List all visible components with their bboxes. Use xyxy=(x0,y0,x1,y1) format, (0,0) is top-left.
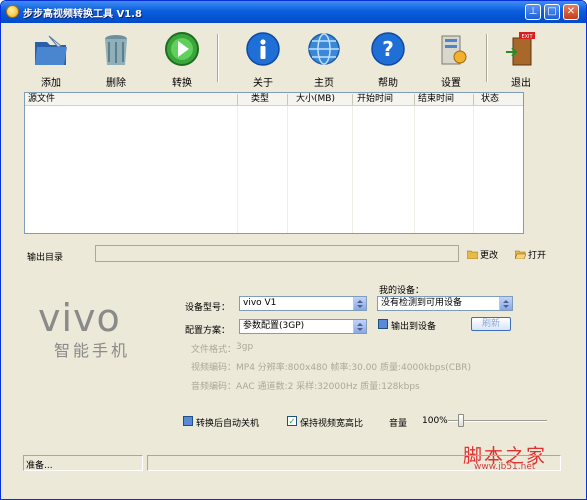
column-divider xyxy=(473,94,474,105)
status-panel-progress xyxy=(147,455,561,471)
file-list[interactable]: 源文件 类型 大小(MB) 开始时间 结束时间 状态 xyxy=(24,92,524,234)
settings-label: 设置 xyxy=(441,78,461,89)
column-line xyxy=(287,106,288,233)
folder-add-icon xyxy=(31,30,71,70)
column-line xyxy=(237,106,238,233)
delete-button[interactable]: 删除 xyxy=(88,30,144,89)
column-type[interactable]: 类型 xyxy=(248,93,269,106)
home-label: 主页 xyxy=(314,78,334,89)
shutdown-checkbox[interactable] xyxy=(183,416,193,426)
about-button[interactable]: 关于 xyxy=(235,30,291,89)
format-value: 3gp xyxy=(236,342,254,352)
change-dir-label: 更改 xyxy=(480,251,499,261)
status-panel-text: 准备... xyxy=(23,455,143,471)
play-icon xyxy=(162,30,202,70)
my-device-label: 我的设备： xyxy=(379,286,425,296)
logo-brand: vivo xyxy=(38,298,121,340)
svg-text:EXIT: EXIT xyxy=(521,34,533,40)
column-end-time[interactable]: 结束时间 xyxy=(415,93,454,106)
keep-ratio-label: 保持视频宽高比 xyxy=(300,419,364,429)
home-button[interactable]: 主页 xyxy=(296,30,352,89)
open-dir-label: 打开 xyxy=(528,251,547,261)
shutdown-label: 转换后自动关机 xyxy=(196,419,260,429)
config-label: 配置方案： xyxy=(185,326,231,336)
toolbar: 添加 删除 转换 关于 主页 ? 帮助 设置 EXIT 退出 xyxy=(3,24,585,90)
model-value: vivo V1 xyxy=(243,298,277,308)
open-dir-button[interactable]: 打开 xyxy=(514,248,547,261)
volume-value: 100% xyxy=(422,416,448,426)
column-source-file[interactable]: 源文件 xyxy=(25,93,55,106)
title-bar[interactable]: 步步高视频转换工具 V1.8 ⊥ □ ✕ xyxy=(1,1,586,23)
config-select[interactable]: 参数配置(3GP) xyxy=(239,319,367,334)
window-title: 步步高视频转换工具 V1.8 xyxy=(23,9,142,20)
video-codec-value: MP4 分辨率:800x480 帧率:30.00 质量:4000kbps(CBR… xyxy=(236,363,472,373)
help-label: 帮助 xyxy=(378,78,398,89)
logo-tagline: 智能手机 xyxy=(54,341,130,360)
audio-codec-label: 音频编码： xyxy=(191,382,237,392)
column-start-time[interactable]: 开始时间 xyxy=(354,93,393,106)
change-dir-button[interactable]: 更改 xyxy=(466,248,499,261)
column-line xyxy=(414,106,415,233)
help-button[interactable]: ? 帮助 xyxy=(360,30,416,89)
model-label: 设备型号： xyxy=(185,303,231,313)
convert-button[interactable]: 转换 xyxy=(154,30,210,89)
folder-icon xyxy=(466,250,479,260)
dropdown-arrow-icon[interactable] xyxy=(353,320,366,333)
vivo-logo: vivo 智能手机 xyxy=(38,296,156,368)
trash-icon xyxy=(96,30,136,70)
minimize-button[interactable]: ⊥ xyxy=(525,4,541,20)
toolbar-separator xyxy=(486,34,488,82)
settings-icon xyxy=(431,30,471,70)
column-line xyxy=(352,106,353,233)
add-label: 添加 xyxy=(41,78,61,89)
column-status[interactable]: 状态 xyxy=(478,93,499,106)
status-text: 准备... xyxy=(26,461,53,471)
convert-label: 转换 xyxy=(172,78,192,89)
file-list-header: 源文件 类型 大小(MB) 开始时间 结束时间 状态 xyxy=(25,93,523,106)
svg-text:?: ? xyxy=(382,37,394,61)
globe-icon xyxy=(304,30,344,70)
settings-button[interactable]: 设置 xyxy=(423,30,479,89)
status-bar: 准备... xyxy=(3,453,585,471)
volume-slider-thumb[interactable] xyxy=(457,414,464,427)
exit-door-icon: EXIT xyxy=(501,30,541,70)
column-divider xyxy=(237,94,238,105)
main-window: 步步高视频转换工具 V1.8 ⊥ □ ✕ 添加 删除 转换 关于 主页 ? 帮助… xyxy=(0,0,587,500)
model-select[interactable]: vivo V1 xyxy=(239,296,367,311)
my-device-value: 没有检测到可用设备 xyxy=(381,298,463,308)
exit-label: 退出 xyxy=(511,78,531,89)
format-label: 文件格式： xyxy=(191,345,237,355)
dropdown-arrow-icon[interactable] xyxy=(353,297,366,310)
delete-label: 删除 xyxy=(106,78,126,89)
help-icon: ? xyxy=(368,30,408,70)
folder-open-icon xyxy=(514,250,527,260)
toolbar-separator xyxy=(217,34,219,82)
column-divider xyxy=(352,94,353,105)
refresh-button[interactable]: 刷新 xyxy=(471,317,511,331)
output-dir-field[interactable] xyxy=(95,245,459,262)
column-line xyxy=(473,106,474,233)
maximize-button[interactable]: □ xyxy=(544,4,560,20)
output-to-device-checkbox[interactable] xyxy=(378,319,388,329)
audio-codec-value: AAC 通道数:2 采样:32000Hz 质量:128kbps xyxy=(236,382,420,392)
output-to-device-label: 输出到设备 xyxy=(391,322,437,332)
video-codec-label: 视频编码： xyxy=(191,363,237,373)
app-icon[interactable] xyxy=(6,5,19,18)
about-label: 关于 xyxy=(253,78,273,89)
info-icon xyxy=(243,30,283,70)
exit-button[interactable]: EXIT 退出 xyxy=(493,30,549,89)
add-button[interactable]: 添加 xyxy=(23,30,79,89)
keep-ratio-checkbox[interactable]: ✓ xyxy=(287,416,297,426)
close-button[interactable]: ✕ xyxy=(563,4,579,20)
config-value: 参数配置(3GP) xyxy=(243,321,305,331)
my-device-select[interactable]: 没有检测到可用设备 xyxy=(377,296,513,311)
column-size[interactable]: 大小(MB) xyxy=(293,93,335,106)
volume-label: 音量 xyxy=(389,419,408,429)
output-dir-label: 输出目录 xyxy=(27,253,64,263)
dropdown-arrow-icon[interactable] xyxy=(499,297,512,310)
column-divider xyxy=(287,94,288,105)
